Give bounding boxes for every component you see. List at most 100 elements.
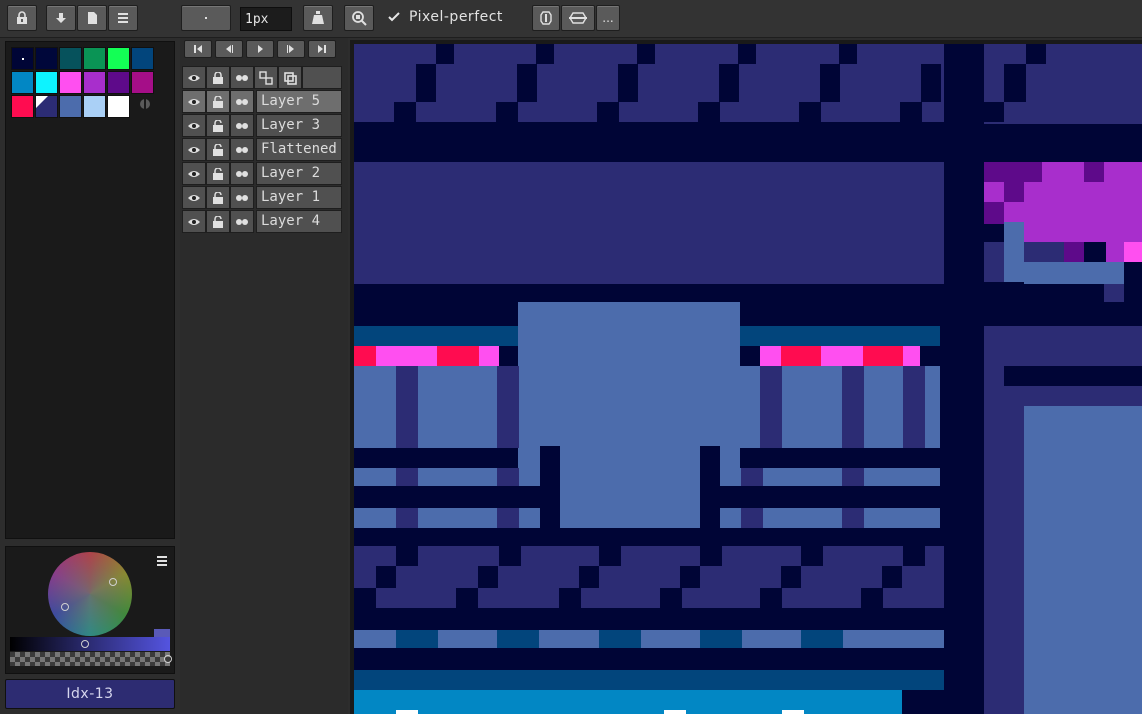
layer-row[interactable]: Layer 4 bbox=[182, 210, 342, 233]
symmetry-horizontal-icon bbox=[569, 12, 587, 24]
layer-lock-toggle[interactable] bbox=[206, 210, 230, 233]
canvas-pixel-block bbox=[1024, 262, 1124, 284]
symmetry-vertical-button[interactable] bbox=[532, 5, 560, 31]
eye-icon bbox=[188, 146, 200, 153]
layer-visibility-toggle[interactable] bbox=[182, 114, 206, 137]
palette-options-icon[interactable] bbox=[138, 97, 152, 111]
first-frame-button[interactable] bbox=[184, 40, 212, 58]
palette-swatch[interactable] bbox=[35, 47, 58, 70]
last-frame-button[interactable] bbox=[308, 40, 336, 58]
layer-down-button[interactable] bbox=[46, 5, 76, 31]
next-frame-button[interactable] bbox=[277, 40, 305, 58]
unlock-icon bbox=[213, 119, 223, 132]
palette-swatch[interactable] bbox=[83, 95, 106, 118]
layer-row[interactable]: Flattened bbox=[182, 138, 342, 161]
layer-lock-toggle[interactable] bbox=[206, 90, 230, 113]
canvas-pixel-block bbox=[354, 448, 518, 468]
play-icon bbox=[258, 45, 263, 53]
layer-row[interactable]: Layer 2 bbox=[182, 162, 342, 185]
palette-swatch[interactable] bbox=[131, 71, 154, 94]
timeline-panel: Layer 5 Layer 3 Flattened Layer 2 Layer 1 Lay… bbox=[180, 38, 348, 714]
palette-swatch[interactable] bbox=[59, 71, 82, 94]
layer-onion-toggle[interactable] bbox=[230, 90, 254, 113]
canvas-pixel-block bbox=[396, 468, 418, 486]
layer-row[interactable]: Layer 3 bbox=[182, 114, 342, 137]
wheel-handle-secondary[interactable] bbox=[61, 603, 69, 611]
canvas-pixel-block bbox=[354, 546, 944, 608]
symmetry-horizontal-button[interactable] bbox=[561, 5, 595, 31]
palette-swatch[interactable] bbox=[131, 47, 154, 70]
onion-skin-icon bbox=[236, 98, 248, 105]
layer-visibility-toggle[interactable] bbox=[182, 186, 206, 209]
layer-lock-toggle[interactable] bbox=[206, 186, 230, 209]
layer-onion-toggle[interactable] bbox=[230, 186, 254, 209]
canvas-pixel-block bbox=[741, 468, 763, 486]
shade-slider[interactable] bbox=[10, 637, 170, 651]
layer-onion-toggle[interactable] bbox=[230, 138, 254, 161]
layer-visibility-toggle[interactable] bbox=[182, 162, 206, 185]
canvas-pixel-block bbox=[597, 102, 619, 122]
layer-name: Layer 5 bbox=[256, 90, 342, 113]
canvas-pixel-block bbox=[820, 64, 840, 102]
play-button[interactable] bbox=[246, 40, 274, 58]
palette-panel bbox=[5, 41, 175, 539]
zoom-pixel-button[interactable] bbox=[344, 5, 374, 31]
header-visibility-cell[interactable] bbox=[182, 66, 206, 89]
header-onion-cell[interactable] bbox=[230, 66, 254, 89]
lock-button[interactable] bbox=[7, 5, 37, 31]
canvas-pixel-block bbox=[861, 588, 883, 608]
palette-swatch[interactable] bbox=[11, 95, 34, 118]
layer-visibility-toggle[interactable] bbox=[182, 90, 206, 113]
more-options-button[interactable]: ... bbox=[596, 5, 620, 31]
palette-swatch[interactable] bbox=[11, 71, 34, 94]
layer-row[interactable]: Layer 5 bbox=[182, 90, 342, 113]
color-wheel-panel bbox=[5, 546, 175, 674]
layer-row[interactable]: Layer 1 bbox=[182, 186, 342, 209]
new-file-button[interactable] bbox=[77, 5, 107, 31]
layer-name: Layer 1 bbox=[256, 186, 342, 209]
layer-lock-toggle[interactable] bbox=[206, 162, 230, 185]
layer-visibility-toggle[interactable] bbox=[182, 138, 206, 161]
color-wheel[interactable] bbox=[48, 552, 132, 636]
layer-lock-toggle[interactable] bbox=[206, 138, 230, 161]
brush-size-input[interactable] bbox=[240, 7, 292, 31]
alpha-slider[interactable] bbox=[10, 652, 170, 666]
layer-onion-toggle[interactable] bbox=[230, 210, 254, 233]
pixel-canvas[interactable] bbox=[354, 44, 1142, 714]
brush-shape-button[interactable] bbox=[181, 5, 231, 31]
canvas-pixel-block bbox=[354, 528, 944, 546]
canvas-pixel-block bbox=[944, 44, 984, 714]
canvas-pixel-block bbox=[354, 326, 518, 346]
layer-visibility-toggle[interactable] bbox=[182, 210, 206, 233]
palette-swatch[interactable] bbox=[35, 95, 58, 118]
palette-swatch[interactable] bbox=[35, 71, 58, 94]
menu-button[interactable] bbox=[108, 5, 138, 31]
color-index-label[interactable]: Idx-13 bbox=[5, 679, 175, 709]
canvas-pixel-block bbox=[436, 44, 454, 64]
palette-swatch[interactable] bbox=[107, 71, 130, 94]
wheel-handle-primary[interactable] bbox=[109, 578, 117, 586]
palette-swatch[interactable] bbox=[83, 47, 106, 70]
palette-swatch[interactable] bbox=[59, 95, 82, 118]
canvas-pixel-block bbox=[1104, 284, 1124, 302]
ink-button[interactable] bbox=[303, 5, 333, 31]
layer-lock-toggle[interactable] bbox=[206, 114, 230, 137]
palette-swatch[interactable] bbox=[59, 47, 82, 70]
header-lock-cell[interactable] bbox=[206, 66, 230, 89]
palette-swatch[interactable] bbox=[11, 47, 34, 70]
prev-frame-button[interactable] bbox=[215, 40, 243, 58]
canvas-pixel-block bbox=[782, 710, 804, 714]
header-link-cell[interactable] bbox=[254, 66, 278, 89]
layer-onion-toggle[interactable] bbox=[230, 114, 254, 137]
shade-slider-handle[interactable] bbox=[81, 640, 89, 648]
onion-skin-icon bbox=[236, 218, 248, 225]
layer-onion-toggle[interactable] bbox=[230, 162, 254, 185]
palette-swatch[interactable] bbox=[107, 95, 130, 118]
pixel-perfect-checkbox[interactable] bbox=[386, 9, 402, 25]
alpha-slider-handle[interactable] bbox=[164, 655, 172, 663]
wheel-menu-icon[interactable] bbox=[156, 555, 168, 567]
canvas-pixel-block bbox=[1084, 162, 1104, 182]
header-frame-cell[interactable] bbox=[278, 66, 302, 89]
palette-swatch[interactable] bbox=[83, 71, 106, 94]
palette-swatch[interactable] bbox=[107, 47, 130, 70]
